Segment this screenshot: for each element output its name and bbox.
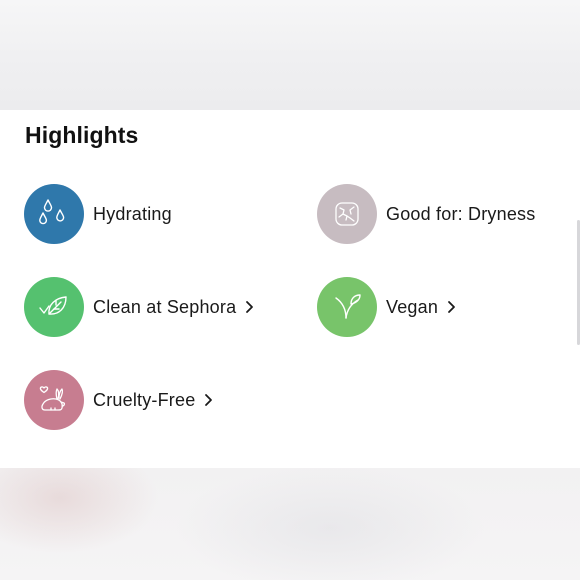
highlight-clean-at-sephora[interactable]: Clean at Sephora xyxy=(24,276,254,338)
highlight-vegan[interactable]: Vegan xyxy=(317,276,456,338)
chevron-right-icon xyxy=(245,300,254,314)
blurred-background-bottom xyxy=(0,468,580,580)
highlight-good-for-dryness: Good for: Dryness xyxy=(317,183,535,245)
water-drops-icon xyxy=(24,184,84,244)
blurred-background-top xyxy=(0,0,580,110)
leaf-check-icon xyxy=(24,277,84,337)
highlight-cruelty-free[interactable]: Cruelty-Free xyxy=(24,369,213,431)
chevron-right-icon xyxy=(447,300,456,314)
sprout-icon xyxy=(317,277,377,337)
highlight-label: Hydrating xyxy=(93,203,172,224)
highlight-label: Cruelty-Free xyxy=(93,389,196,410)
dry-skin-icon xyxy=(317,184,377,244)
highlight-label: Vegan xyxy=(386,296,439,317)
highlight-hydrating: Hydrating xyxy=(24,183,172,245)
chevron-right-icon xyxy=(204,393,213,407)
highlight-label: Clean at Sephora xyxy=(93,296,237,317)
bunny-heart-icon xyxy=(24,370,84,430)
section-title: Highlights xyxy=(25,122,139,148)
highlight-label: Good for: Dryness xyxy=(386,203,536,224)
